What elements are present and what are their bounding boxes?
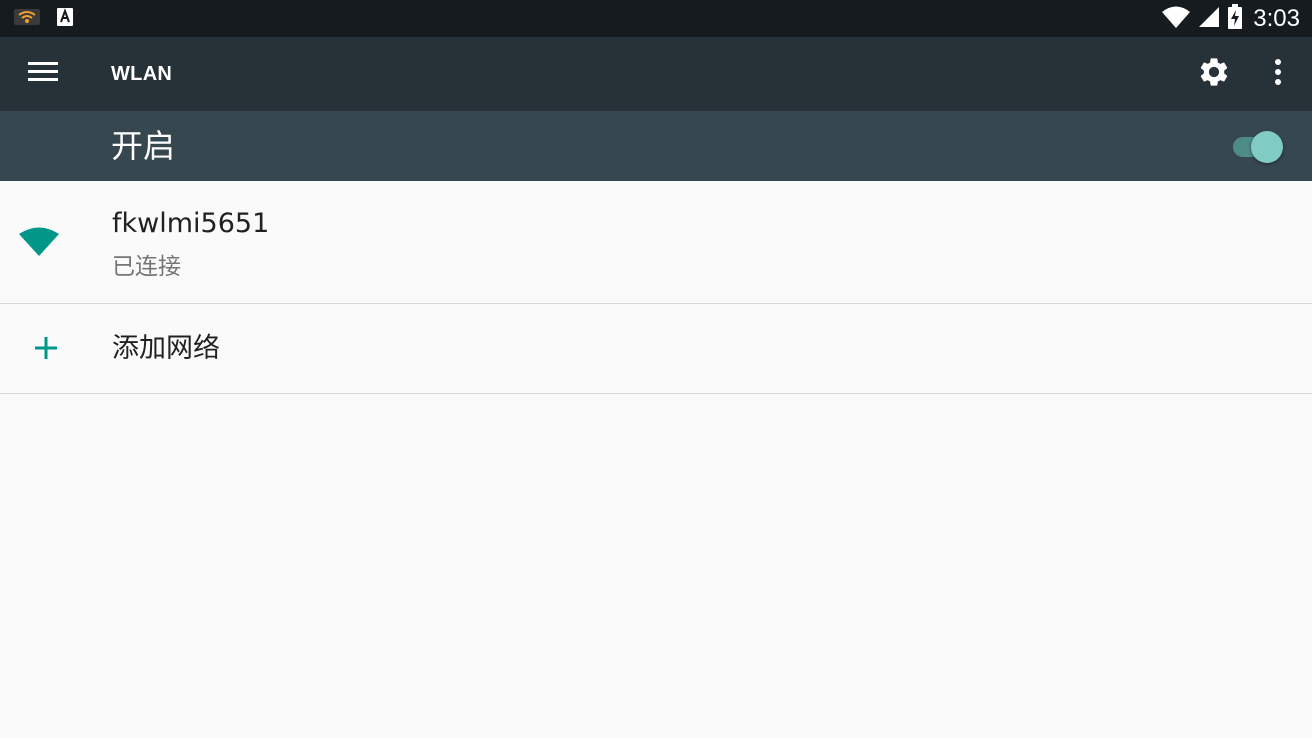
status-time: 3:03 (1253, 5, 1300, 32)
status-right-icons: 3:03 (1161, 0, 1300, 37)
status-left-icons (14, 6, 74, 31)
wlan-switch-label: 开启 (111, 127, 176, 165)
network-list: fkwlmi5651 已连接 添加网络 (0, 181, 1312, 394)
overflow-menu-button[interactable] (1262, 54, 1294, 94)
more-vert-icon (1274, 58, 1282, 90)
cellular-signal-icon (1197, 5, 1221, 33)
plus-icon (28, 330, 64, 366)
status-bar: 3:03 (0, 0, 1312, 37)
add-network-label: 添加网络 (112, 333, 220, 364)
list-item-network[interactable]: fkwlmi5651 已连接 (0, 181, 1312, 304)
wifi-notification-icon (14, 7, 40, 31)
network-ssid: fkwlmi5651 (112, 208, 270, 239)
add-network-item[interactable]: 添加网络 (0, 304, 1312, 394)
network-status: 已连接 (112, 254, 181, 280)
menu-button[interactable] (22, 59, 64, 89)
page-title: WLAN (111, 63, 173, 85)
menu-icon (28, 61, 58, 87)
gear-icon (1197, 55, 1231, 93)
wifi-icon (16, 221, 62, 261)
toggle-thumb (1251, 131, 1283, 163)
battery-charging-icon (1227, 3, 1243, 34)
a-keyboard-icon (56, 7, 74, 31)
app-bar: WLAN (0, 37, 1312, 111)
settings-button[interactable] (1194, 54, 1234, 94)
wlan-toggle-switch[interactable] (1230, 130, 1286, 163)
wifi-signal-icon (1161, 5, 1191, 33)
wlan-master-switch-bar[interactable]: 开启 (0, 111, 1312, 181)
